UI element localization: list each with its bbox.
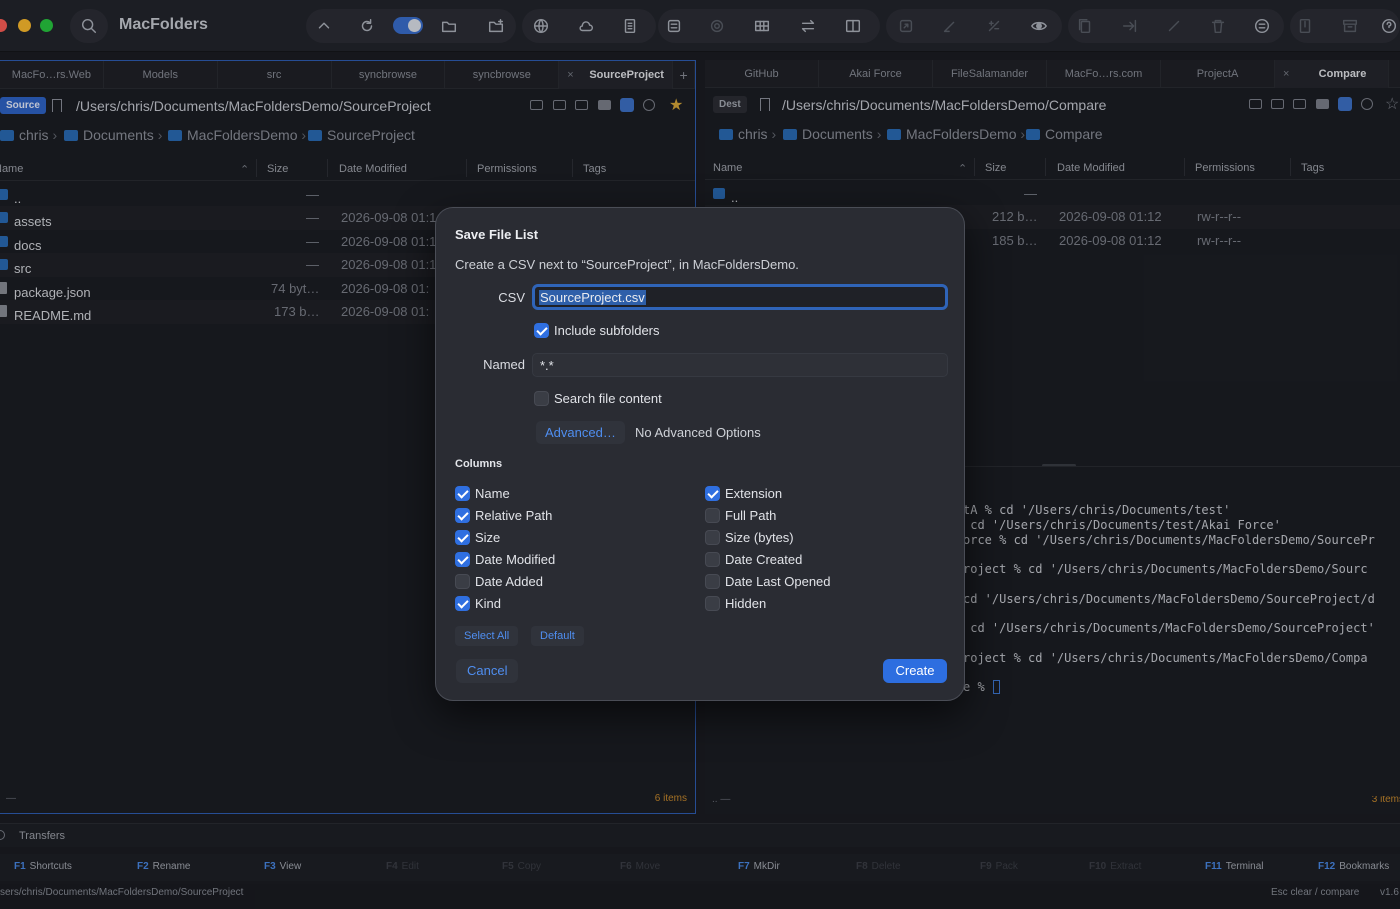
column-date-created-checkbox[interactable] [705, 552, 720, 567]
column-option-label: Name [475, 486, 510, 501]
column-kind-checkbox[interactable] [455, 596, 470, 611]
advanced-button[interactable]: Advanced… [536, 421, 625, 444]
column-option-label: Size (bytes) [725, 530, 794, 545]
column-relative-path-checkbox[interactable] [455, 508, 470, 523]
column-option-label: Relative Path [475, 508, 553, 523]
cancel-button[interactable]: Cancel [456, 659, 519, 683]
column-option-label: Date Last Opened [725, 574, 831, 589]
column-name-checkbox[interactable] [455, 486, 470, 501]
default-button[interactable]: Default [531, 626, 584, 646]
column-extension-checkbox[interactable] [705, 486, 720, 501]
csv-filename-input[interactable]: SourceProject.csv [532, 284, 948, 310]
column-size-bytes-checkbox[interactable] [705, 530, 720, 545]
search-file-content-label: Search file content [554, 391, 662, 406]
column-full-path-checkbox[interactable] [705, 508, 720, 523]
column-size-checkbox[interactable] [455, 530, 470, 545]
column-date-modified-checkbox[interactable] [455, 552, 470, 567]
advanced-status: No Advanced Options [635, 425, 761, 440]
columns-heading: Columns [455, 458, 503, 470]
column-hidden-checkbox[interactable] [705, 596, 720, 611]
column-option-label: Date Added [475, 574, 543, 589]
dialog-title: Save File List [455, 227, 539, 242]
create-button[interactable]: Create [883, 659, 947, 683]
column-date-added-checkbox[interactable] [455, 574, 470, 589]
dialog-subtitle: Create a CSV next to “SourceProject”, in… [455, 257, 799, 272]
named-pattern-input[interactable]: *.* [532, 353, 948, 377]
column-date-last-opened-checkbox[interactable] [705, 574, 720, 589]
include-subfolders-checkbox[interactable] [534, 323, 549, 338]
column-option-label: Date Modified [475, 552, 556, 567]
column-option-label: Extension [725, 486, 783, 501]
select-all-button[interactable]: Select All [455, 626, 519, 646]
column-option-label: Hidden [725, 596, 767, 611]
csv-label: CSV [498, 290, 525, 305]
search-file-content-checkbox[interactable] [534, 391, 549, 406]
named-label: Named [483, 357, 525, 372]
column-option-label: Full Path [725, 508, 777, 523]
save-file-list-dialog: Save File List Create a CSV next to “Sou… [435, 207, 965, 701]
column-option-label: Date Created [725, 552, 803, 567]
include-subfolders-label: Include subfolders [554, 323, 660, 338]
column-option-label: Size [475, 530, 501, 545]
column-option-label: Kind [475, 596, 502, 611]
